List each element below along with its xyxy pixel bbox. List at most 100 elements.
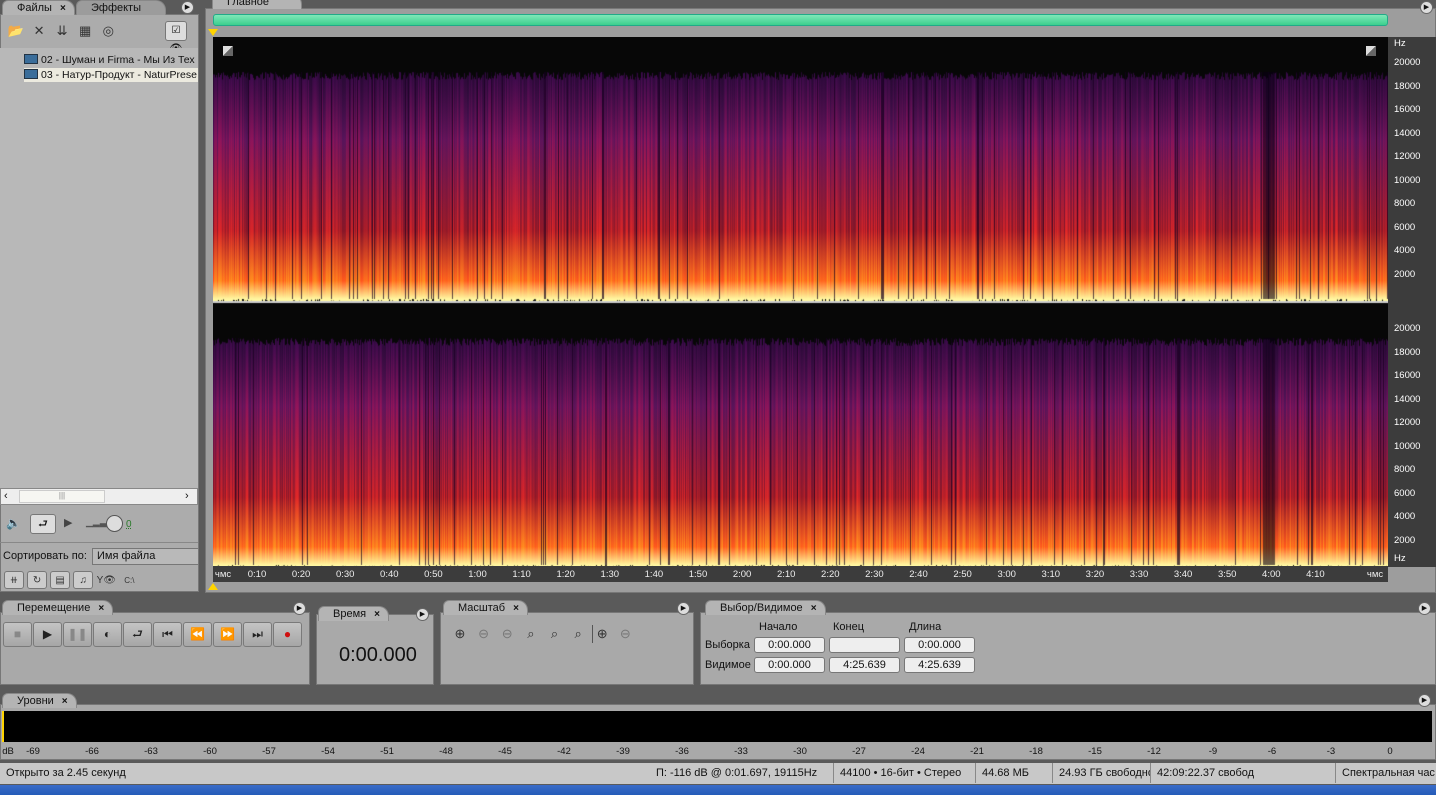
horizontal-scrollbar[interactable]: ‹ ||| › <box>0 488 198 505</box>
zoom-selection-icon[interactable]: ⌕ <box>521 625 541 643</box>
file-item[interactable]: 02 - Шуман и Firma - Мы Из Тех <box>24 53 198 67</box>
hz-tick-label: 10000 <box>1394 440 1421 452</box>
open-file-icon[interactable]: 📂 <box>6 22 26 40</box>
time-unit-right: чмс <box>1366 569 1384 580</box>
status-view-mode[interactable]: Спектральная час <box>1335 763 1436 783</box>
tab-zoom[interactable]: Масштаб × <box>443 600 528 615</box>
panel-menu-icon[interactable]: ▶ <box>1418 694 1431 707</box>
tab-selection[interactable]: Выбор/Видимое × <box>705 600 826 615</box>
files-toolbar: 📂 ✕ ⇊ ▦ ◎ <box>6 22 118 40</box>
view-start-field[interactable]: 0:00.000 <box>754 657 825 673</box>
rewind-button[interactable]: ⏪ <box>183 622 212 647</box>
playhead-marker-icon[interactable] <box>208 29 218 36</box>
zoom-right-edge-icon[interactable]: ⌕ <box>568 625 588 643</box>
tab-effects[interactable]: Эффекты <box>76 0 166 15</box>
hz-tick-label: 10000 <box>1394 174 1421 186</box>
go-to-end-button[interactable]: ⏭ <box>243 622 272 647</box>
panel-menu-icon[interactable]: ▶ <box>1418 602 1431 615</box>
hz-tick-label: 6000 <box>1394 221 1416 233</box>
spectral-view[interactable] <box>213 37 1388 567</box>
zoom-out-full-icon[interactable]: ⊖ <box>497 625 517 643</box>
zoom-corner-left-icon[interactable] <box>223 46 233 56</box>
panel-menu-icon[interactable]: ▶ <box>677 602 690 615</box>
zoom-left-edge-icon[interactable]: ⌕ <box>545 625 565 643</box>
overview-bar[interactable] <box>213 14 1388 26</box>
loop-button[interactable]: ⮐ <box>123 622 152 647</box>
time-tick-label: 3:40 <box>1173 569 1193 580</box>
zoom-corner-right-icon[interactable] <box>1366 46 1376 56</box>
play-to-end-button[interactable]: ◐ <box>93 622 122 647</box>
view-end-field[interactable]: 4:25.639 <box>829 657 900 673</box>
tab-files[interactable]: Файлы × <box>2 0 75 15</box>
tab-zoom-label: Масштаб <box>458 602 506 614</box>
time-tick-label: 0:20 <box>291 569 311 580</box>
zoom-out-vertical-icon[interactable]: ⊖ <box>615 625 635 643</box>
panel-menu-icon[interactable]: ▶ <box>416 608 429 621</box>
hz-tick-label: 18000 <box>1394 80 1421 92</box>
filter-waveform-icon[interactable]: ⧺ <box>4 571 24 589</box>
filter-video-icon[interactable]: ▤ <box>50 571 71 589</box>
insert-cd-list-icon[interactable]: ▦ <box>75 22 95 40</box>
volume-knob[interactable] <box>106 515 123 532</box>
close-icon[interactable]: × <box>374 609 380 620</box>
tab-transport-label: Перемещение <box>17 602 91 614</box>
close-file-icon[interactable]: ✕ <box>29 22 49 40</box>
time-tick-label: 2:50 <box>953 569 972 580</box>
scroll-left-icon[interactable]: ‹ <box>4 490 8 502</box>
hz-tick-label: 14000 <box>1394 393 1421 405</box>
zoom-in-horizontal-icon[interactable]: ⊕ <box>450 625 470 643</box>
autoplay-loop-button[interactable]: ⮐ <box>30 514 56 534</box>
close-icon[interactable]: × <box>60 3 66 14</box>
panel-menu-icon[interactable]: ▶ <box>181 1 194 14</box>
time-tick-label: 1:00 <box>468 569 487 580</box>
speaker-icon[interactable]: 🔈 <box>6 516 21 530</box>
scroll-right-icon[interactable]: › <box>185 490 189 502</box>
close-icon[interactable]: × <box>62 696 68 707</box>
zoom-out-horizontal-icon[interactable]: ⊖ <box>474 625 494 643</box>
tab-main[interactable]: Главное <box>212 0 302 9</box>
row-label-view: Видимое <box>705 659 751 671</box>
play-button[interactable]: ▶ <box>33 622 62 647</box>
pause-button[interactable]: ❚❚ <box>63 622 92 647</box>
cd-icon[interactable]: C:\ <box>119 572 139 590</box>
tab-time[interactable]: Время × <box>318 606 389 621</box>
close-icon[interactable]: × <box>513 603 519 614</box>
file-item-selected[interactable]: 03 - Натур-Продукт - NaturPrese <box>24 68 198 82</box>
tab-levels[interactable]: Уровни × <box>2 693 77 708</box>
tab-effects-label: Эффекты <box>91 2 142 14</box>
zoom-in-vertical-icon[interactable]: ⊕ <box>591 625 612 643</box>
filter-loop-icon[interactable]: ↻ <box>27 571 48 589</box>
view-length-field[interactable]: 4:25.639 <box>904 657 975 673</box>
file-list <box>0 48 198 488</box>
tab-transport[interactable]: Перемещение × <box>2 600 114 615</box>
selection-end-field[interactable] <box>829 637 900 653</box>
close-icon[interactable]: × <box>811 603 817 614</box>
record-button[interactable]: ● <box>273 622 302 647</box>
level-scale-label: -24 <box>911 746 925 757</box>
import-cd-icon[interactable]: ◎ <box>98 22 118 40</box>
show-options-icon[interactable]: ☑👁 <box>165 21 187 54</box>
panel-menu-icon[interactable]: ▶ <box>1420 1 1433 14</box>
time-tick-label: 1:20 <box>556 569 575 580</box>
filter-view-icon[interactable]: Y👁 <box>96 572 116 590</box>
scroll-thumb[interactable]: ||| <box>19 490 105 503</box>
selection-start-field[interactable]: 0:00.000 <box>754 637 825 653</box>
selection-length-field[interactable]: 0:00.000 <box>904 637 975 653</box>
panel-menu-icon[interactable]: ▶ <box>293 602 306 615</box>
sort-select[interactable]: Имя файла <box>92 548 199 565</box>
fast-forward-button[interactable]: ⏩ <box>213 622 242 647</box>
play-preview-icon[interactable]: ▶ <box>64 516 72 529</box>
close-icon[interactable]: × <box>98 603 104 614</box>
time-tick-label: 1:40 <box>644 569 664 580</box>
tab-time-label: Время <box>333 608 367 620</box>
playhead-marker-bottom-icon[interactable] <box>208 583 218 590</box>
level-scale-label: -54 <box>321 746 335 757</box>
go-to-start-button[interactable]: ⏮ <box>153 622 182 647</box>
time-tick-label: 3:10 <box>1041 569 1061 580</box>
level-scale-label: -51 <box>380 746 394 757</box>
level-scale-label: -21 <box>970 746 984 757</box>
insert-multitrack-icon[interactable]: ⇊ <box>52 22 72 40</box>
filter-midi-icon[interactable]: ♫ <box>73 571 94 589</box>
level-scale-label: dB <box>2 746 14 757</box>
stop-button[interactable]: ■ <box>3 622 32 647</box>
